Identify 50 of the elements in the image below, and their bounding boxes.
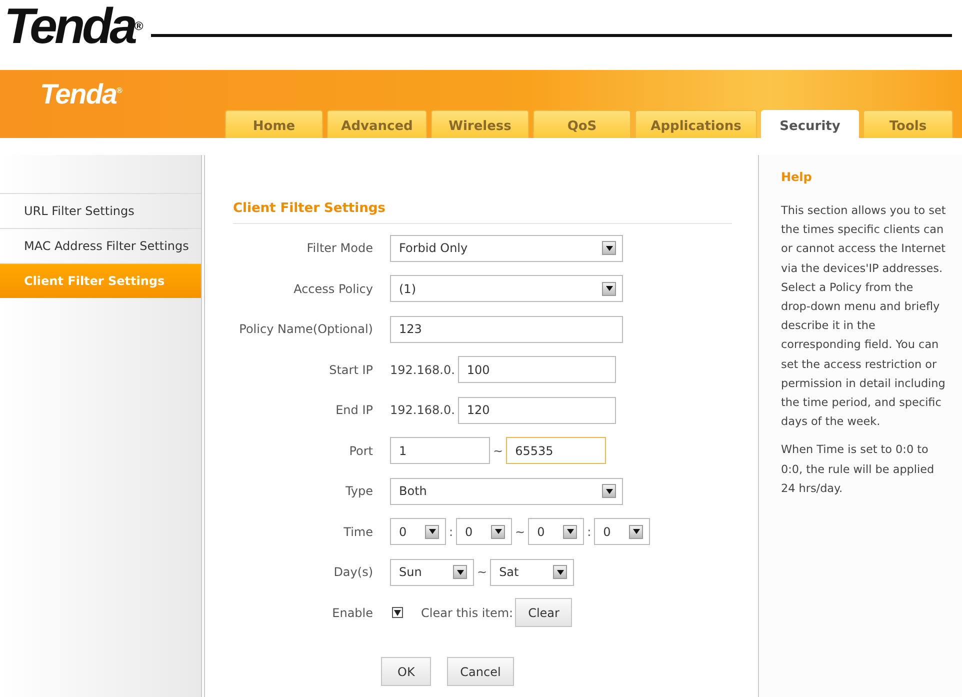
ip-prefix: 192.168.0. bbox=[390, 362, 456, 377]
section-title: Client Filter Settings bbox=[233, 201, 732, 224]
nav-tab[interactable]: Home bbox=[225, 110, 323, 138]
form-button[interactable]: Cancel bbox=[447, 657, 514, 686]
separator: ~ bbox=[492, 444, 504, 458]
field-label: Policy Name(Optional) bbox=[238, 322, 373, 336]
input-field[interactable]: 1 bbox=[390, 437, 490, 464]
nav-tab[interactable]: Advanced bbox=[327, 110, 427, 138]
brand-logo: Tenda$^{®}$ bbox=[3, 2, 144, 50]
select-field[interactable]: Forbid Only bbox=[390, 234, 623, 262]
select-field[interactable]: 0 bbox=[456, 518, 512, 546]
separator: : bbox=[586, 524, 592, 539]
clear-button[interactable]: Clear bbox=[515, 598, 572, 628]
brand-logo: Tenda$^{®}$ bbox=[39, 77, 122, 110]
nav-tab[interactable]: Security bbox=[761, 110, 859, 138]
nav-tab[interactable]: Wireless bbox=[431, 110, 529, 138]
separator: ~ bbox=[476, 565, 488, 580]
nav-tab[interactable]: Applications bbox=[635, 110, 757, 138]
help-text: This section allows you to set the times specific clients can or cannot access the Internet via the devices'IP addresses. Select a Policy from the drop-down menu and briefly describe it in the corresponding field. You can set the access restriction or permission in detail including the time period, and specific days of the week. bbox=[781, 203, 946, 430]
select-field[interactable]: (1) bbox=[390, 275, 623, 302]
select-field[interactable]: Sat bbox=[490, 558, 574, 586]
field-label: Enable bbox=[331, 606, 373, 620]
field-label: Day(s) bbox=[332, 565, 373, 580]
enable-checkbox[interactable] bbox=[392, 607, 403, 618]
nav-tab[interactable]: Tools bbox=[863, 110, 953, 138]
ip-prefix: 192.168.0. bbox=[390, 403, 456, 418]
select-field[interactable]: 0 bbox=[594, 518, 650, 546]
field-label: Port bbox=[348, 444, 373, 458]
field-label: Filter Mode bbox=[306, 241, 373, 256]
sidebar-item[interactable]: URL Filter Settings bbox=[0, 193, 201, 228]
clear-label: Clear this item: bbox=[421, 606, 514, 620]
field-label: Start IP bbox=[328, 362, 373, 377]
select-field[interactable]: 0 bbox=[528, 518, 584, 546]
select-field[interactable]: Sun bbox=[390, 558, 474, 586]
field-label: End IP bbox=[334, 403, 373, 418]
input-field[interactable]: 65535 bbox=[506, 437, 606, 464]
select-field[interactable]: Both bbox=[390, 478, 623, 505]
separator: : bbox=[448, 524, 454, 539]
help-title: Help bbox=[781, 170, 813, 184]
select-field[interactable]: 0 bbox=[390, 518, 446, 546]
field-label: Access Policy bbox=[292, 282, 373, 296]
input-field[interactable]: 120 bbox=[458, 396, 616, 424]
input-field[interactable]: 100 bbox=[458, 356, 616, 384]
field-label: Type bbox=[344, 484, 373, 498]
nav-tab[interactable]: QoS bbox=[533, 110, 631, 138]
field-label: Time bbox=[342, 524, 373, 539]
separator: ~ bbox=[514, 524, 526, 539]
input-field[interactable]: 123 bbox=[390, 316, 623, 343]
form-button[interactable]: OK bbox=[381, 657, 432, 686]
help-text: When Time is set to 0:0 to 0:0, the rule will be applied 24 hrs/day. bbox=[781, 442, 936, 497]
